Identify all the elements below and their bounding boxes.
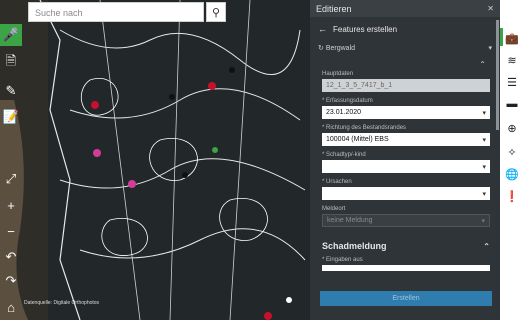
field-label: * Ursachen	[322, 179, 352, 185]
edit-document-button[interactable]: 📝	[0, 106, 22, 128]
add-document-button[interactable]: 🗎	[0, 52, 22, 74]
field-label: * Richtung des Bestandsrandes	[322, 125, 407, 131]
field-label: Meldeort	[322, 206, 346, 212]
plus-icon: +	[7, 197, 15, 213]
search-icon: ⚲	[211, 6, 221, 19]
back-button[interactable]: ← Features erstellen	[310, 17, 500, 41]
field-label: * Erfassungsdatum	[322, 98, 373, 104]
expand-icon: ⤢	[5, 171, 17, 186]
map-point-green	[212, 147, 218, 153]
search-input[interactable]: Suche nach	[28, 2, 204, 22]
globe-button[interactable]: 🌐	[504, 166, 520, 182]
section-header[interactable]: Schadmeldung ⌃	[322, 241, 490, 251]
layers-stack-icon: ≋	[507, 54, 517, 67]
section-fields: * Eingaben aus	[310, 257, 500, 271]
ruler-icon: ▬	[506, 98, 518, 110]
home-icon: ⌂	[7, 299, 15, 315]
chevron-down-icon: ▾	[482, 190, 486, 198]
field-label: * Schadtyp/-kind	[322, 152, 366, 158]
field-eingaben[interactable]	[322, 265, 490, 271]
field-meldeort: keine Meldung ▾	[322, 214, 490, 227]
chevron-down-icon: ▾	[482, 136, 486, 144]
redo-button[interactable]: ↷	[0, 270, 22, 292]
layer-icon: ↻	[318, 45, 324, 52]
close-icon[interactable]: ✕	[487, 4, 494, 13]
pen-icon: ✎	[5, 83, 17, 98]
satellite-icon: ✧	[507, 146, 517, 159]
form-fields: Hauptdaten 12_1_3_5_7417_b_1 * Erfassung…	[310, 71, 500, 227]
scrollbar[interactable]	[496, 20, 499, 130]
alert-button[interactable]: ❗	[504, 188, 520, 204]
map-point-red	[264, 312, 272, 320]
undo-icon: ↶	[5, 249, 17, 264]
active-tab-indicator	[500, 28, 503, 46]
alert-icon: ❗	[505, 190, 519, 203]
map-point-white	[286, 297, 292, 303]
zoom-in-button[interactable]: +	[0, 194, 22, 216]
field-schadtyp[interactable]: ▾	[322, 160, 490, 173]
layer-name: Bergwald	[325, 45, 356, 52]
draw-button[interactable]: ✎	[0, 80, 22, 102]
arrow-left-icon: ←	[318, 24, 327, 34]
briefcase-button[interactable]: 💼	[504, 30, 520, 46]
chevron-down-icon: ▾	[482, 163, 486, 171]
layers-icon: ☰	[507, 76, 517, 89]
map-attribution: Datenquelle: Digitale Orthophotos	[24, 300, 100, 306]
back-label: Features erstellen	[333, 24, 398, 34]
locate-button[interactable]: ⊕	[504, 120, 520, 136]
right-toolbar	[500, 0, 524, 320]
map-point-red	[208, 82, 216, 90]
field-label: Hauptdaten	[322, 71, 354, 77]
routing-button[interactable]: ≋	[504, 52, 520, 68]
measure-button[interactable]: ▬	[504, 96, 520, 112]
calendar-icon: ▾	[482, 109, 486, 117]
panel-title: Editieren	[316, 3, 352, 14]
map-point-black	[182, 172, 188, 178]
section-title: Schadmeldung	[322, 241, 387, 251]
chevron-down-icon: ▾	[481, 217, 485, 225]
field-label: * Eingaben aus	[322, 257, 363, 263]
map-point-black	[169, 94, 175, 100]
zoom-out-button[interactable]: −	[0, 220, 22, 242]
minus-icon: −	[7, 223, 15, 239]
map-point-pink	[93, 149, 101, 157]
search-button[interactable]: ⚲	[206, 2, 226, 22]
satellite-button[interactable]: ✧	[504, 144, 520, 160]
fullscreen-button[interactable]: ⤢	[0, 168, 22, 190]
collapse-icon: ⌃	[483, 241, 490, 251]
document-plus-icon: 🗎	[5, 53, 17, 68]
collapse-icon[interactable]: ⌃	[479, 60, 486, 69]
home-button[interactable]: ⌂	[0, 296, 22, 318]
field-ursachen[interactable]: ▾	[322, 187, 490, 200]
field-richtung[interactable]: 100004 (Mittel) EBS ▾	[322, 133, 490, 146]
map-point-black	[229, 67, 235, 73]
submit-button[interactable]: Erstellen	[320, 291, 492, 306]
microphone-icon: 🎤	[2, 27, 20, 42]
redo-icon: ↷	[5, 273, 17, 288]
field-hauptdaten: 12_1_3_5_7417_b_1	[322, 79, 490, 92]
globe-icon: 🌐	[505, 168, 519, 181]
map-point-pink	[128, 180, 136, 188]
briefcase-icon: 💼	[505, 32, 519, 45]
crosshair-icon: ⊕	[507, 122, 517, 135]
field-erfassungsdatum[interactable]: 23.01.2020 ▾	[322, 106, 490, 119]
edit-panel: Editieren ✕ ← Features erstellen ↻ Bergw…	[310, 0, 500, 320]
map-point-red	[91, 101, 99, 109]
document-edit-icon: 📝	[2, 109, 20, 124]
microphone-button[interactable]: 🎤	[0, 24, 22, 46]
chevron-down-icon: ▾	[488, 45, 492, 52]
layers-button[interactable]: ☰	[504, 74, 520, 90]
panel-header: Editieren ✕	[310, 0, 500, 17]
layer-selector[interactable]: ↻ Bergwald ▾	[310, 41, 500, 55]
undo-button[interactable]: ↶	[0, 246, 22, 268]
